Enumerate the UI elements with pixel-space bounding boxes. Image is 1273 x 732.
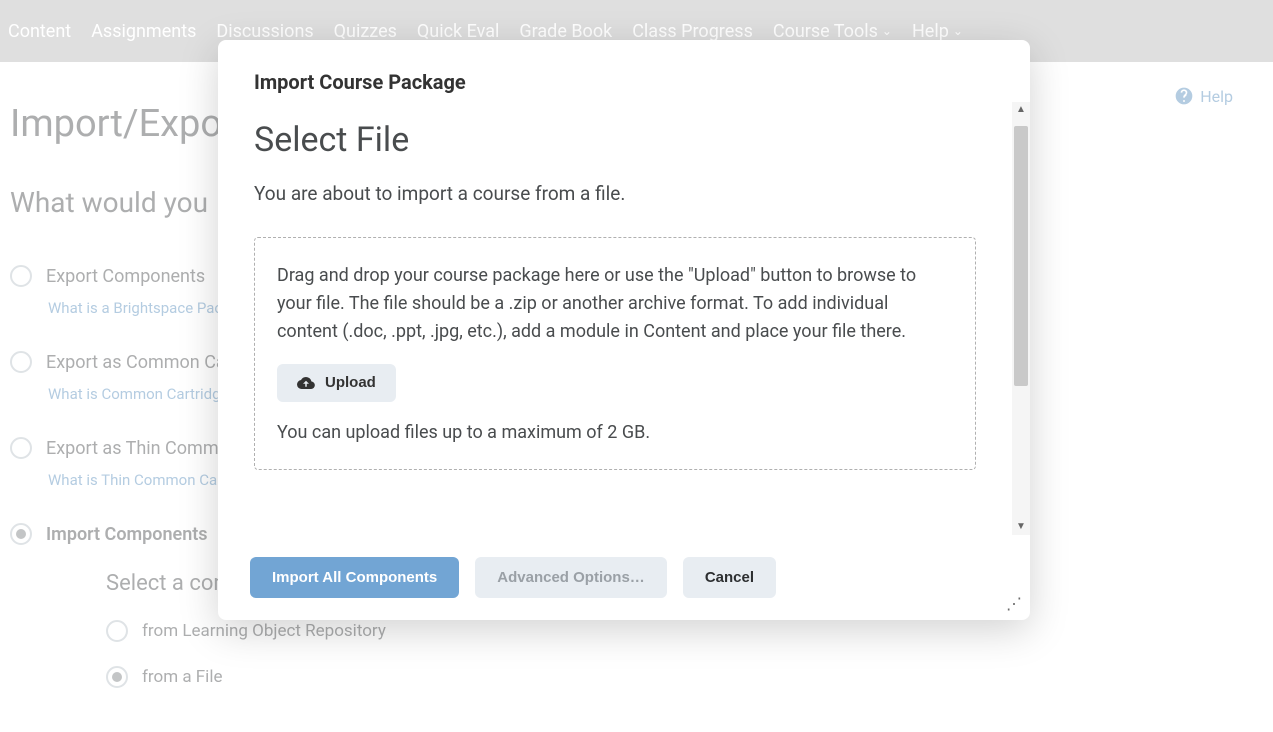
upload-limit-text: You can upload files up to a maximum of … xyxy=(277,422,953,443)
modal-footer: Import All Components Advanced Options… … xyxy=(218,535,1030,620)
advanced-options-button[interactable]: Advanced Options… xyxy=(475,557,667,598)
select-file-description: You are about to import a course from a … xyxy=(254,182,976,205)
modal-scrollbar[interactable]: ▲ ▼ xyxy=(1012,102,1030,535)
scrollbar-thumb[interactable] xyxy=(1014,126,1028,386)
import-all-components-button[interactable]: Import All Components xyxy=(250,557,459,598)
modal-title: Import Course Package xyxy=(218,40,1030,102)
modal-body: Select File You are about to import a co… xyxy=(218,102,1012,535)
file-dropzone[interactable]: Drag and drop your course package here o… xyxy=(254,237,976,470)
import-course-package-modal: Import Course Package Select File You ar… xyxy=(218,40,1030,620)
scroll-down-arrow[interactable]: ▼ xyxy=(1012,519,1030,535)
cancel-button[interactable]: Cancel xyxy=(683,557,776,598)
upload-button[interactable]: Upload xyxy=(277,364,396,402)
select-file-title: Select File xyxy=(254,120,976,160)
resize-handle-icon[interactable]: ⋰ xyxy=(1006,596,1022,612)
upload-icon xyxy=(297,374,315,392)
upload-button-label: Upload xyxy=(325,374,376,391)
scroll-up-arrow[interactable]: ▲ xyxy=(1012,102,1030,118)
dropzone-instructions: Drag and drop your course package here o… xyxy=(277,262,953,346)
